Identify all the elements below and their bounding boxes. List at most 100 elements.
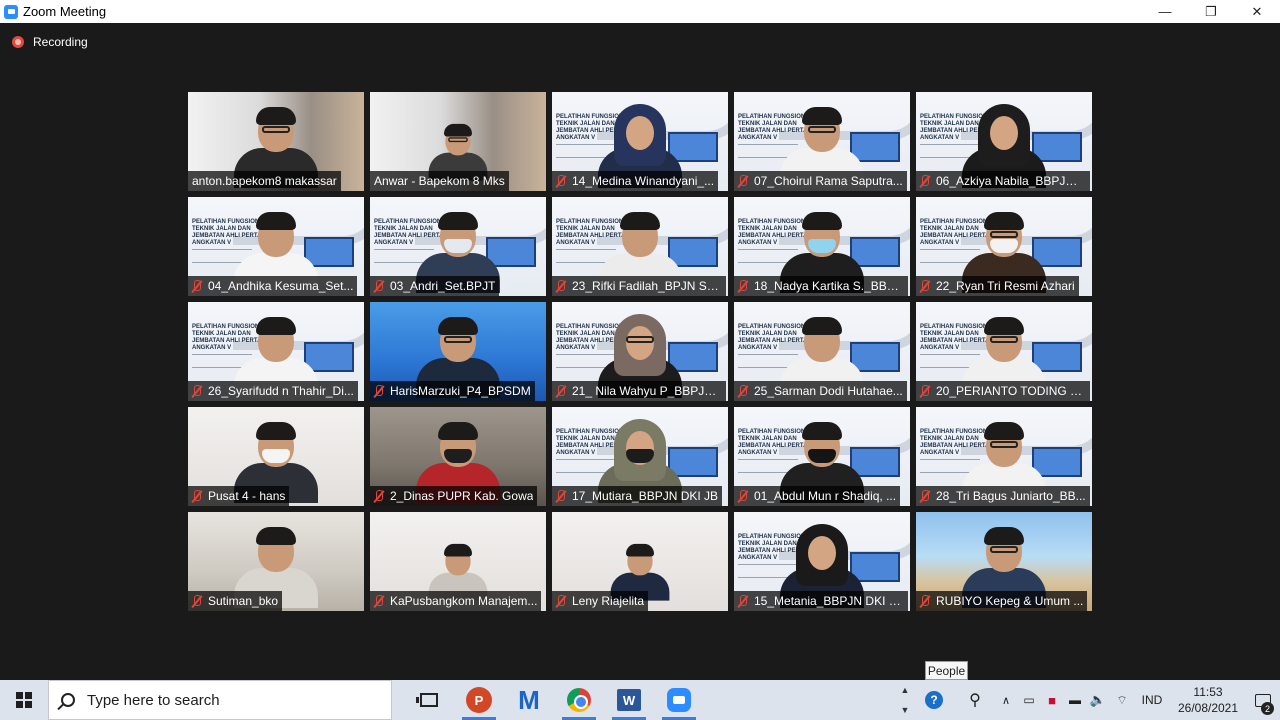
taskbar-zoom[interactable] [654, 680, 704, 720]
participant-nameplate: 17_Mutiara_BBPJN DKI JB [552, 486, 723, 506]
participant-tile[interactable]: PELATIHAN FUNGSIONAL TEKNIK JALAN DAN JE… [552, 407, 728, 506]
taskbar-chrome[interactable] [554, 680, 604, 720]
chevron-up-icon: ▲ [900, 685, 910, 695]
tray-network[interactable]: ⌔ [1110, 680, 1134, 720]
recording-label: Recording [33, 35, 88, 49]
notification-center[interactable]: 2 [1246, 680, 1280, 720]
tray-volume[interactable]: 🔈 [1086, 680, 1110, 720]
window-controls: — ❐ ✕ [1142, 0, 1280, 23]
participant-tile[interactable]: 2_Dinas PUPR Kab. Gowa [370, 407, 546, 506]
mic-muted-icon [737, 384, 749, 398]
participant-nameplate: 23_Rifki Fadilah_BPJN Sul... [552, 276, 726, 296]
participant-tile[interactable]: PELATIHAN FUNGSIONAL TEKNIK JALAN DAN JE… [916, 197, 1092, 296]
participant-tile[interactable]: RUBIYO Kepeg & Umum ... [916, 512, 1092, 611]
participant-nameplate: Pusat 4 - hans [188, 486, 290, 506]
participant-tile[interactable]: PELATIHAN FUNGSIONAL TEKNIK JALAN DAN JE… [734, 407, 910, 506]
participant-name: Pusat 4 - hans [208, 489, 286, 503]
participant-tile[interactable]: PELATIHAN FUNGSIONAL TEKNIK JALAN DAN JE… [552, 302, 728, 401]
participant-name: 03_Andri_Set.BPJT [390, 279, 496, 293]
mic-muted-icon [919, 174, 931, 188]
tray-battery[interactable]: ▬ [1064, 680, 1086, 720]
participant-name: HarisMarzuki_P4_BPSDM [390, 384, 531, 398]
participant-tile[interactable]: Anwar - Bapekom 8 Mks [370, 92, 546, 191]
participant-tile[interactable]: PELATIHAN FUNGSIONAL TEKNIK JALAN DAN JE… [552, 92, 728, 191]
participant-name: 26_Syarifudd n Thahir_Di... [208, 384, 354, 398]
tray-people[interactable]: ⚲ [956, 680, 994, 720]
tray-scroll[interactable]: ▲ ▼ [898, 680, 912, 720]
start-button[interactable] [0, 680, 48, 720]
participant-name: 2_Dinas PUPR Kab. Gowa [390, 489, 534, 503]
participant-tile[interactable]: PELATIHAN FUNGSIONAL TEKNIK JALAN DAN JE… [734, 197, 910, 296]
participant-nameplate: 22_Ryan Tri Resmi Azhari [916, 276, 1079, 296]
participant-tile[interactable]: HarisMarzuki_P4_BPSDM [370, 302, 546, 401]
search-placeholder: Type here to search [87, 691, 220, 709]
tray-gift[interactable]: ■ [1040, 680, 1064, 720]
mic-muted-icon [373, 384, 385, 398]
participant-name: 28_Tri Bagus Juniarto_BB... [936, 489, 1086, 503]
participant-tile[interactable]: anton.bapekom8 makassar [188, 92, 364, 191]
mic-muted-icon [555, 489, 567, 503]
participant-tile[interactable]: PELATIHAN FUNGSIONAL TEKNIK JALAN DAN JE… [552, 197, 728, 296]
device-icon: ▭ [1023, 693, 1035, 707]
participant-nameplate: Anwar - Bapekom 8 Mks [370, 171, 509, 191]
participant-tile[interactable]: KaPusbangkom Manajem... [370, 512, 546, 611]
participant-name: 17_Mutiara_BBPJN DKI JB [572, 489, 719, 503]
participant-tile[interactable]: PELATIHAN FUNGSIONAL TEKNIK JALAN DAN JE… [734, 92, 910, 191]
mic-muted-icon [919, 489, 931, 503]
participant-tile[interactable]: PELATIHAN FUNGSIONAL TEKNIK JALAN DAN JE… [370, 197, 546, 296]
participant-tile[interactable]: PELATIHAN FUNGSIONAL TEKNIK JALAN DAN JE… [188, 197, 364, 296]
participant-tile[interactable]: Sutiman_bko [188, 512, 364, 611]
search-icon [61, 693, 75, 707]
tray-help[interactable]: ? [912, 680, 956, 720]
maximize-button[interactable]: ❐ [1188, 0, 1234, 23]
participant-tile[interactable]: PELATIHAN FUNGSIONAL TEKNIK JALAN DAN JE… [916, 407, 1092, 506]
tray-clock[interactable]: 11:53 26/08/2021 [1170, 680, 1246, 720]
participant-nameplate: anton.bapekom8 makassar [188, 171, 341, 191]
window-titlebar: Zoom Meeting — ❐ ✕ [0, 0, 1280, 23]
taskbar-powerpoint[interactable]: P [454, 680, 504, 720]
mic-muted-icon [191, 279, 203, 293]
participant-name: anton.bapekom8 makassar [192, 174, 337, 188]
close-button[interactable]: ✕ [1234, 0, 1280, 23]
mic-muted-icon [373, 489, 385, 503]
participant-nameplate: 07_Choirul Rama Saputra... [734, 171, 907, 191]
participant-nameplate: 25_Sarman Dodi Hutahae... [734, 381, 907, 401]
participant-tile[interactable]: Leny Riajelita [552, 512, 728, 611]
taskbar-malwarebytes[interactable]: M [504, 680, 554, 720]
participant-name: 25_Sarman Dodi Hutahae... [754, 384, 903, 398]
chevron-down-icon: ▼ [900, 705, 910, 715]
participant-name: 22_Ryan Tri Resmi Azhari [936, 279, 1075, 293]
system-tray: ▲ ▼ ? ⚲ ∧ ▭ ■ ▬ 🔈 ⌔ IND 11:53 26/08/2021… [898, 680, 1280, 720]
participant-nameplate: 14_Medina Winandyani_... [552, 171, 719, 191]
taskview-icon [416, 693, 438, 707]
participant-tile[interactable]: PELATIHAN FUNGSIONAL TEKNIK JALAN DAN JE… [916, 302, 1092, 401]
taskbar-task-view[interactable] [404, 680, 454, 720]
clock-time: 11:53 [1193, 685, 1223, 699]
participant-nameplate: 28_Tri Bagus Juniarto_BB... [916, 486, 1090, 506]
mic-muted-icon [555, 174, 567, 188]
mic-muted-icon [373, 279, 385, 293]
volume-icon: 🔈 [1089, 692, 1107, 707]
recording-indicator[interactable]: Recording [12, 35, 88, 49]
mic-muted-icon [919, 594, 931, 608]
participant-tile[interactable]: PELATIHAN FUNGSIONAL TEKNIK JALAN DAN JE… [734, 512, 910, 611]
participant-tile[interactable]: PELATIHAN FUNGSIONAL TEKNIK JALAN DAN JE… [916, 92, 1092, 191]
participant-tile[interactable]: Pusat 4 - hans [188, 407, 364, 506]
windows-logo-icon [16, 692, 32, 708]
recording-dot-icon [12, 36, 24, 48]
participant-nameplate: Sutiman_bko [188, 591, 283, 611]
participant-name: Leny Riajelita [572, 594, 645, 608]
taskbar-search[interactable]: Type here to search [48, 680, 392, 720]
participant-tile[interactable]: PELATIHAN FUNGSIONAL TEKNIK JALAN DAN JE… [734, 302, 910, 401]
mic-muted-icon [555, 594, 567, 608]
participant-tile[interactable]: PELATIHAN FUNGSIONAL TEKNIK JALAN DAN JE… [188, 302, 364, 401]
participant-name: 23_Rifki Fadilah_BPJN Sul... [572, 279, 722, 293]
participant-nameplate: 2_Dinas PUPR Kab. Gowa [370, 486, 538, 506]
caret-up-icon: ∧ [1001, 694, 1011, 707]
tray-show-hidden[interactable]: ∧ [994, 680, 1018, 720]
tray-device[interactable]: ▭ [1018, 680, 1040, 720]
participant-nameplate: 20_PERIANTO TODING LA... [916, 381, 1090, 401]
minimize-button[interactable]: — [1142, 0, 1188, 23]
taskbar-word[interactable]: W [604, 680, 654, 720]
tray-language[interactable]: IND [1134, 680, 1170, 720]
